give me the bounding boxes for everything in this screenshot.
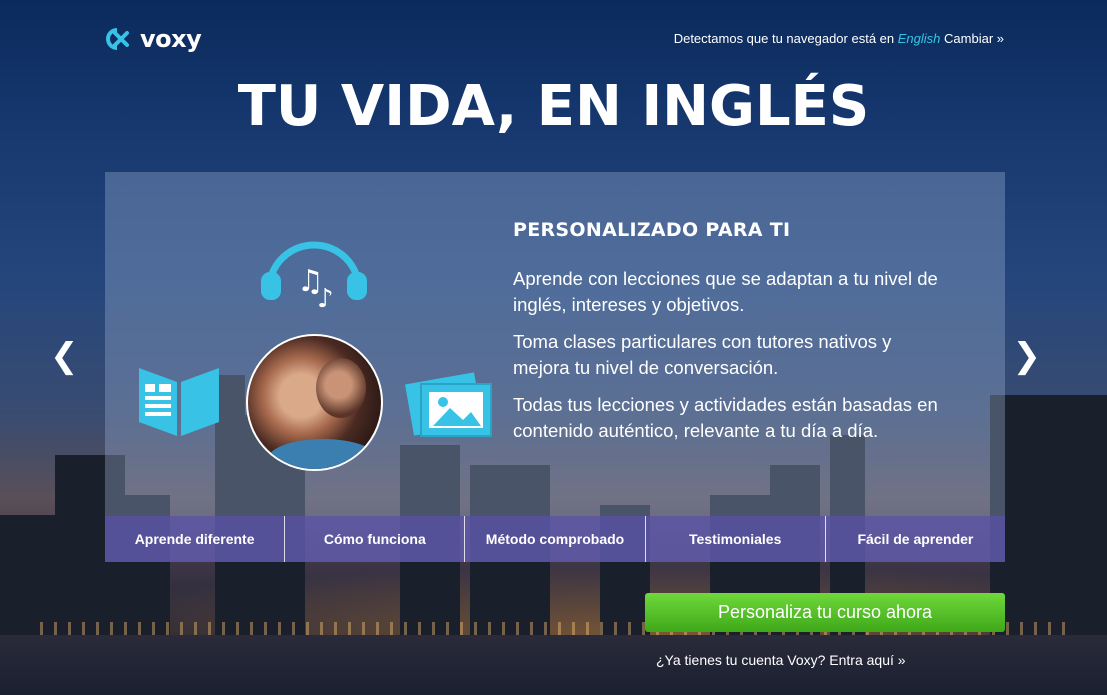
chevron-left-icon[interactable]: ❮ xyxy=(50,336,79,376)
logo-text: voxy xyxy=(140,25,202,53)
slide-description: Aprende con lecciones que se adaptan a t… xyxy=(513,266,953,455)
tab-testimoniales[interactable]: Testimoniales xyxy=(644,516,825,562)
login-link[interactable]: ¿Ya tienes tu cuenta Voxy? Entra aquí » xyxy=(656,652,906,668)
voxy-logo[interactable]: voxy xyxy=(106,25,202,53)
tab-metodo-comprobado[interactable]: Método comprobado xyxy=(464,516,644,562)
change-language-link[interactable]: Cambiar » xyxy=(944,31,1004,46)
tab-como-funciona[interactable]: Cómo funciona xyxy=(284,516,464,562)
voxy-logo-icon xyxy=(106,28,136,50)
slide-paragraph: Todas tus lecciones y actividades están … xyxy=(513,394,938,441)
slide-title: PERSONALIZADO PARA TI xyxy=(513,219,791,241)
music-note-icon: ♪ xyxy=(317,284,334,314)
language-detection-note: Detectamos que tu navegador está en Engl… xyxy=(674,31,1004,46)
slide-paragraph: Toma clases particulares con tutores nat… xyxy=(513,331,892,378)
book-icon xyxy=(137,364,222,444)
detected-language: English xyxy=(897,31,941,46)
language-note-text: Detectamos que tu navegador está en xyxy=(673,31,895,46)
photo-icon xyxy=(405,368,495,445)
feature-tabs: Aprende diferente Cómo funciona Método c… xyxy=(105,516,1005,562)
tab-aprende-diferente[interactable]: Aprende diferente xyxy=(105,516,284,562)
tab-facil-de-aprender[interactable]: Fácil de aprender xyxy=(824,516,1005,562)
feature-carousel-panel: ♫ ♪ PERSONALIZADO PARA TI Aprende con le… xyxy=(105,172,1005,562)
page-headline: TU VIDA, EN INGLÉS xyxy=(237,74,870,139)
avatar xyxy=(246,334,383,471)
personalize-course-button[interactable]: Personaliza tu curso ahora xyxy=(645,593,1005,632)
login-prompt: ¿Ya tienes tu cuenta Voxy? Entra aquí » xyxy=(656,652,906,668)
slide-paragraph: Aprende con lecciones que se adaptan a t… xyxy=(513,268,938,315)
chevron-right-icon[interactable]: ❯ xyxy=(1013,336,1042,376)
